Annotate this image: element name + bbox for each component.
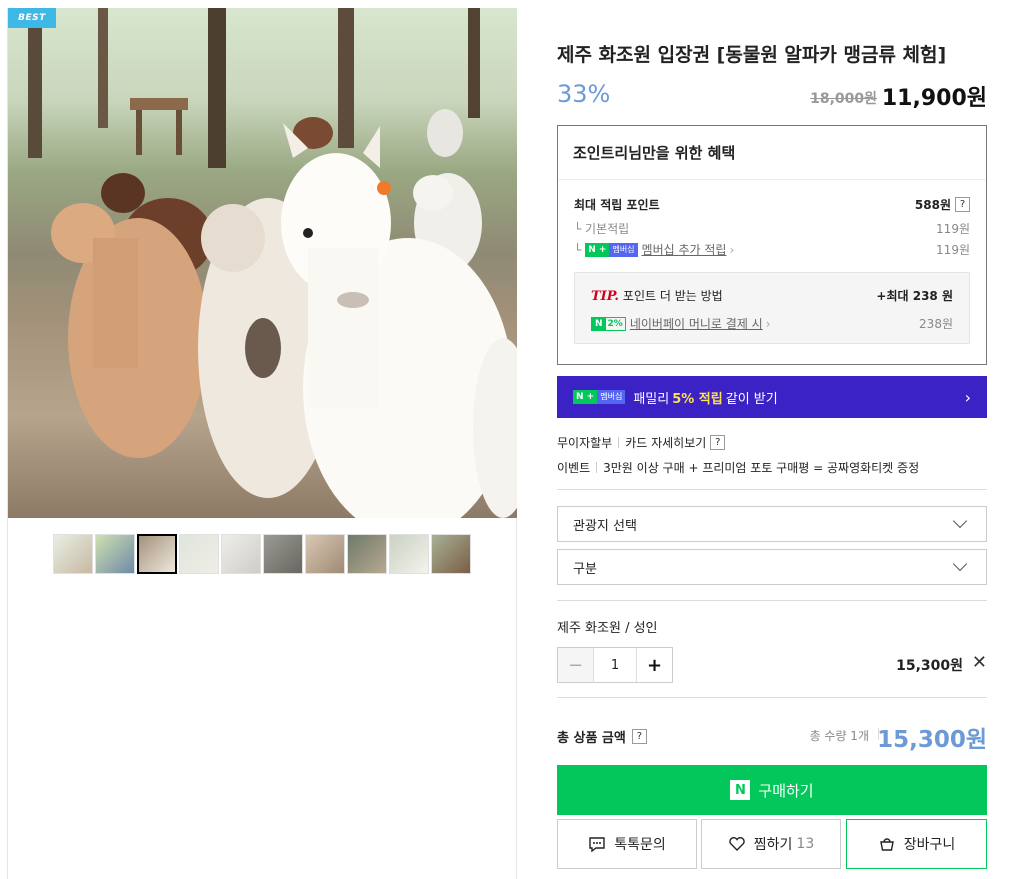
chevron-right-icon: › bbox=[765, 316, 771, 331]
heart-icon bbox=[729, 837, 745, 851]
tip-box: TIP. 포인트 더 받는 방법 +최대 238 원 N 2% 네이버페이 머니로 … bbox=[574, 272, 970, 344]
product-gallery: BEST bbox=[7, 8, 517, 879]
tip-text: 포인트 더 받는 방법 bbox=[622, 289, 723, 303]
thumbnail[interactable] bbox=[95, 534, 135, 574]
product-title: 제주 화조원 입장권 [동물원 알파카 맹금류 체험] bbox=[557, 44, 947, 66]
shopping-bag-icon bbox=[879, 838, 894, 851]
chevron-right-icon: › bbox=[964, 387, 971, 407]
max-points-value: 588원 bbox=[914, 198, 951, 212]
divider bbox=[557, 489, 987, 490]
tip-label: TIP. bbox=[591, 289, 619, 304]
thumbnail[interactable] bbox=[263, 534, 303, 574]
base-points-label: └ 기본적립 bbox=[574, 222, 630, 236]
npay-link[interactable]: 네이버페이 머니로 결제 시 bbox=[630, 315, 763, 332]
sale-price: 11,900원 bbox=[881, 86, 987, 111]
main-product-image: BEST bbox=[8, 8, 517, 518]
family-membership-banner[interactable]: N + 멤버십 패밀리 5% 적립 같이 받기 › bbox=[557, 376, 987, 418]
thumbnail[interactable] bbox=[347, 534, 387, 574]
naver-logo-icon: N bbox=[730, 780, 751, 800]
quantity-value[interactable]: 1 bbox=[594, 648, 636, 682]
help-icon[interactable]: ? bbox=[710, 435, 726, 450]
max-points-row: 최대 적립 포인트 588원 ? bbox=[574, 196, 970, 213]
npay-tag: N 2% bbox=[591, 316, 626, 331]
cart-button[interactable]: 장바구니 bbox=[846, 819, 987, 869]
discount-rate: 33% bbox=[557, 80, 611, 108]
chevron-right-icon: › bbox=[729, 242, 735, 257]
wishlist-count: 13 bbox=[796, 836, 815, 852]
total-quantity: 총 수량 1개 bbox=[809, 729, 869, 743]
membership-tag: N + 멤버십 bbox=[585, 242, 638, 257]
thumbnail[interactable] bbox=[179, 534, 219, 574]
thumbnail[interactable] bbox=[305, 534, 345, 574]
help-icon[interactable]: ? bbox=[955, 197, 970, 212]
membership-points-row: └ N + 멤버십 멤버십 추가 적립 › 119원 bbox=[574, 241, 970, 258]
membership-points-value: 119원 bbox=[936, 243, 970, 257]
max-points-label: 최대 적립 포인트 bbox=[574, 198, 660, 212]
thumbnail[interactable] bbox=[389, 534, 429, 574]
category-select[interactable]: 구분 bbox=[557, 549, 987, 585]
remove-option-icon[interactable]: ✕ bbox=[972, 652, 987, 673]
thumbnail[interactable] bbox=[221, 534, 261, 574]
decrease-button[interactable]: − bbox=[558, 648, 594, 682]
thumbnail[interactable] bbox=[53, 534, 93, 574]
alpaca-photo bbox=[28, 8, 517, 518]
benefits-box: 조인트리님만을 위한 혜택 최대 적립 포인트 588원 ? └ 기본적립 11… bbox=[557, 125, 987, 365]
thumbnail-strip bbox=[53, 534, 471, 574]
tourist-spot-select[interactable]: 관광지 선택 bbox=[557, 506, 987, 542]
wishlist-button[interactable]: 찜하기 13 bbox=[701, 819, 841, 869]
total-label: 총 상품 금액 ? bbox=[557, 727, 647, 746]
original-price: 18,000원 bbox=[810, 91, 877, 107]
event-info: 이벤트 3만원 이상 구매 + 프리미엄 포토 구매평 = 공짜영화티켓 증정 bbox=[557, 461, 920, 475]
talktalk-inquiry-button[interactable]: 톡톡문의 bbox=[557, 819, 697, 869]
npay-value: 238원 bbox=[919, 317, 953, 331]
chevron-down-icon bbox=[952, 556, 968, 572]
installment-info: 무이자할부 카드 자세히보기 ? bbox=[557, 434, 726, 451]
tip-max: +최대 238 원 bbox=[876, 289, 953, 303]
card-details-link[interactable]: 카드 자세히보기 bbox=[625, 434, 706, 451]
total-amount: 15,300원 bbox=[877, 727, 987, 753]
base-points-row: └ 기본적립 119원 bbox=[574, 220, 970, 237]
option-price: 15,300원 bbox=[896, 658, 963, 674]
membership-tag: N + 멤버십 bbox=[573, 390, 626, 404]
membership-link[interactable]: 멤버십 추가 적립 bbox=[642, 241, 727, 258]
thumbnail-active[interactable] bbox=[137, 534, 177, 574]
quantity-stepper: − 1 + bbox=[557, 647, 673, 683]
divider bbox=[557, 600, 987, 601]
best-badge: BEST bbox=[8, 8, 56, 28]
chevron-down-icon bbox=[952, 513, 968, 529]
thumbnail[interactable] bbox=[431, 534, 471, 574]
benefits-heading: 조인트리님만을 위한 혜택 bbox=[558, 126, 986, 180]
help-icon[interactable]: ? bbox=[631, 729, 647, 744]
buy-button[interactable]: N 구매하기 bbox=[557, 765, 987, 815]
chat-bubble-icon bbox=[589, 837, 605, 853]
selected-option-name: 제주 화조원 / 성인 bbox=[557, 621, 658, 636]
divider bbox=[557, 697, 987, 698]
increase-button[interactable]: + bbox=[636, 648, 672, 682]
base-points-value: 119원 bbox=[936, 222, 970, 236]
